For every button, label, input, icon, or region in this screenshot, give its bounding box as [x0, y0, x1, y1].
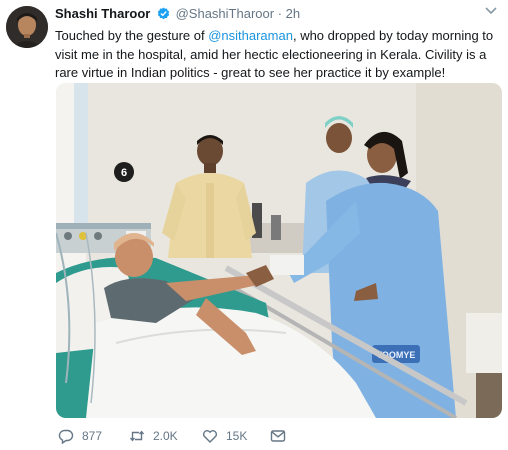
- message-action[interactable]: [270, 426, 294, 446]
- like-action[interactable]: 15K: [202, 426, 247, 446]
- author-name[interactable]: Shashi Tharoor: [55, 6, 150, 21]
- avatar[interactable]: [6, 6, 48, 48]
- hospital-photo: 6 TOOMYE: [56, 83, 502, 418]
- like-count: 15K: [226, 429, 248, 443]
- reply-action[interactable]: 877: [58, 426, 102, 446]
- tweet-header: Shashi Tharoor @ShashiTharoor · 2h: [55, 6, 300, 24]
- retweet-count: 2.0K: [153, 429, 178, 443]
- like-icon: [202, 430, 218, 443]
- tweet-time[interactable]: 2h: [286, 6, 300, 21]
- tweet-text: Touched by the gesture of @nsitharaman, …: [55, 27, 495, 83]
- retweet-icon: [129, 430, 145, 442]
- tweet: Shashi Tharoor @ShashiTharoor · 2h Touch…: [0, 0, 508, 450]
- avatar-image: [6, 6, 48, 48]
- mention-link[interactable]: @nsitharaman: [208, 28, 293, 43]
- verified-badge-icon: [157, 7, 170, 20]
- author-handle[interactable]: @ShashiTharoor: [176, 6, 274, 21]
- reply-icon: [58, 429, 74, 444]
- retweet-action[interactable]: 2.0K: [129, 426, 178, 446]
- reply-count: 877: [82, 429, 103, 443]
- header-separator: ·: [277, 6, 283, 21]
- wall-number: 6: [121, 167, 127, 179]
- tweet-text-start: Touched by the gesture of: [55, 28, 209, 43]
- tweet-actions: 877 2.0K 15K: [56, 426, 386, 446]
- tweet-photo[interactable]: 6 TOOMYE: [56, 83, 502, 418]
- message-icon: [270, 430, 286, 442]
- chevron-down-icon[interactable]: [484, 6, 498, 16]
